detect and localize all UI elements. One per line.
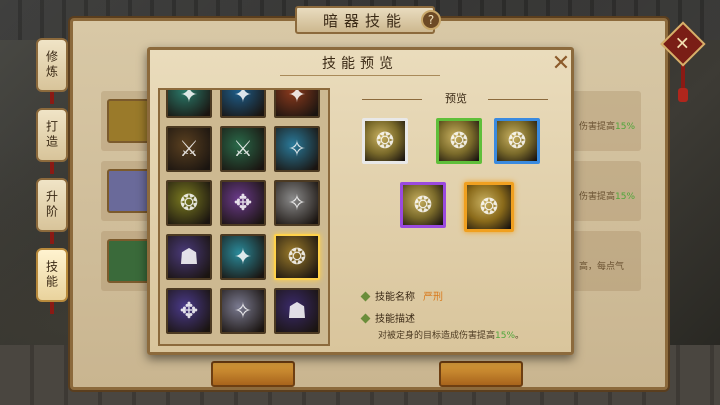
preview-icon-blue[interactable]: ❂: [494, 118, 540, 164]
skill-icon-1[interactable]: ✦: [166, 88, 212, 118]
skill-row-icon[interactable]: [107, 239, 151, 283]
bottom-button-left[interactable]: [211, 361, 295, 387]
skill-icon-10[interactable]: ☗: [166, 234, 212, 280]
skill-icon-11[interactable]: ✦: [220, 234, 266, 280]
skill-glyph-icon: ✦: [287, 88, 307, 108]
skill-icon-14[interactable]: ✧: [220, 288, 266, 334]
skill-preview-dialog: 技能预览 ✕ ✦ ✦ ✦ ⚔ ⚔ ✧ ❂ ✥ ✧ ☗ ✦ ❂ ✥ ✧ ☗ 预览 ❂ ❂ ❂ ❂ ❂ 技能名称 严刑 技…: [147, 47, 574, 355]
skill-glyph-icon: ✧: [287, 136, 307, 162]
skill-icon-12[interactable]: ❂: [274, 234, 320, 280]
skill-icon-grid: ✦ ✦ ✦ ⚔ ⚔ ✧ ❂ ✥ ✧ ☗ ✦ ❂ ✥ ✧ ☗: [166, 88, 320, 334]
skill-row-text: 高，每点气: [579, 262, 625, 272]
skill-icon-7[interactable]: ❂: [166, 180, 212, 226]
preview-panel: 预览 ❂ ❂ ❂ ❂ ❂ 技能名称 严刑 技能描述 对被定身的目标造成伤害提高15%。: [342, 84, 568, 346]
skill-icon-2[interactable]: ✦: [220, 88, 266, 118]
skill-glyph-icon: ✧: [287, 190, 307, 216]
tab-skills[interactable]: 技能: [36, 248, 68, 314]
bottom-button-right[interactable]: [439, 361, 523, 387]
skill-icon-3[interactable]: ✦: [274, 88, 320, 118]
skill-icon-6[interactable]: ✧: [274, 126, 320, 172]
skill-glyph-icon: ✦: [233, 244, 253, 270]
side-tab-bar: 修炼 打造 升阶 技能: [36, 38, 70, 338]
skill-glyph-icon: ☗: [179, 244, 199, 270]
preview-icon-orange[interactable]: ❂: [464, 182, 514, 232]
skill-icon-13[interactable]: ✥: [166, 288, 212, 334]
skill-glyph-icon: ❂: [287, 244, 307, 270]
skill-glyph-icon: ⚔: [233, 136, 253, 162]
skill-glyph-icon: ⚔: [179, 136, 199, 162]
skill-icon-15[interactable]: ☗: [274, 288, 320, 334]
skill-row-text: 伤害提高15%: [579, 192, 636, 202]
skill-glyph-icon: ❂: [179, 190, 199, 216]
skill-icon-9[interactable]: ✧: [274, 180, 320, 226]
skill-glyph-icon: ☗: [287, 298, 307, 324]
skill-row-icon[interactable]: [107, 99, 151, 143]
skill-row-text: 伤害提高15%: [579, 122, 636, 132]
skill-name-row: 技能名称 严刑: [360, 288, 443, 303]
bullet-icon: [360, 291, 371, 302]
preview-icon-green[interactable]: ❂: [436, 118, 482, 164]
hidden-weapon-icon: ❂: [507, 128, 527, 154]
skill-row-icon[interactable]: [107, 169, 151, 213]
skill-desc-label: 技能描述: [375, 314, 415, 325]
preview-label: 预览: [445, 92, 467, 105]
preview-icon-purple[interactable]: ❂: [400, 182, 446, 228]
skill-icon-8[interactable]: ✥: [220, 180, 266, 226]
tab-forge[interactable]: 打造: [36, 108, 68, 174]
hidden-weapon-icon: ❂: [413, 192, 433, 218]
dialog-title: 技能预览: [280, 50, 440, 76]
bullet-icon: [360, 313, 371, 324]
skill-icon-grid-panel[interactable]: ✦ ✦ ✦ ⚔ ⚔ ✧ ❂ ✥ ✧ ☗ ✦ ❂ ✥ ✧ ☗: [158, 88, 330, 346]
skill-name-value: 严刑: [423, 292, 443, 303]
tassel-bead-decoration: [678, 88, 688, 102]
skill-glyph-icon: ✥: [233, 190, 253, 216]
window-title: 暗器技能: [295, 6, 435, 34]
hidden-weapon-icon: ❂: [375, 128, 395, 154]
skill-icon-5[interactable]: ⚔: [220, 126, 266, 172]
close-icon: ✕: [675, 33, 691, 55]
tab-upgrade[interactable]: 升阶: [36, 178, 68, 244]
skill-desc-row: 技能描述: [360, 310, 415, 325]
dialog-close-button[interactable]: ✕: [550, 53, 572, 76]
help-icon[interactable]: ?: [421, 10, 441, 30]
skill-glyph-icon: ✥: [179, 298, 199, 324]
tab-cultivate[interactable]: 修炼: [36, 38, 68, 104]
skill-name-label: 技能名称: [375, 292, 415, 303]
skill-glyph-icon: ✧: [233, 298, 253, 324]
skill-description: 对被定身的目标造成伤害提高15%。: [378, 331, 525, 341]
preview-icon-white[interactable]: ❂: [362, 118, 408, 164]
hidden-weapon-icon: ❂: [479, 194, 499, 220]
hidden-weapon-icon: ❂: [449, 128, 469, 154]
skill-icon-4[interactable]: ⚔: [166, 126, 212, 172]
skill-glyph-icon: ✦: [233, 88, 253, 108]
skill-glyph-icon: ✦: [179, 88, 199, 108]
